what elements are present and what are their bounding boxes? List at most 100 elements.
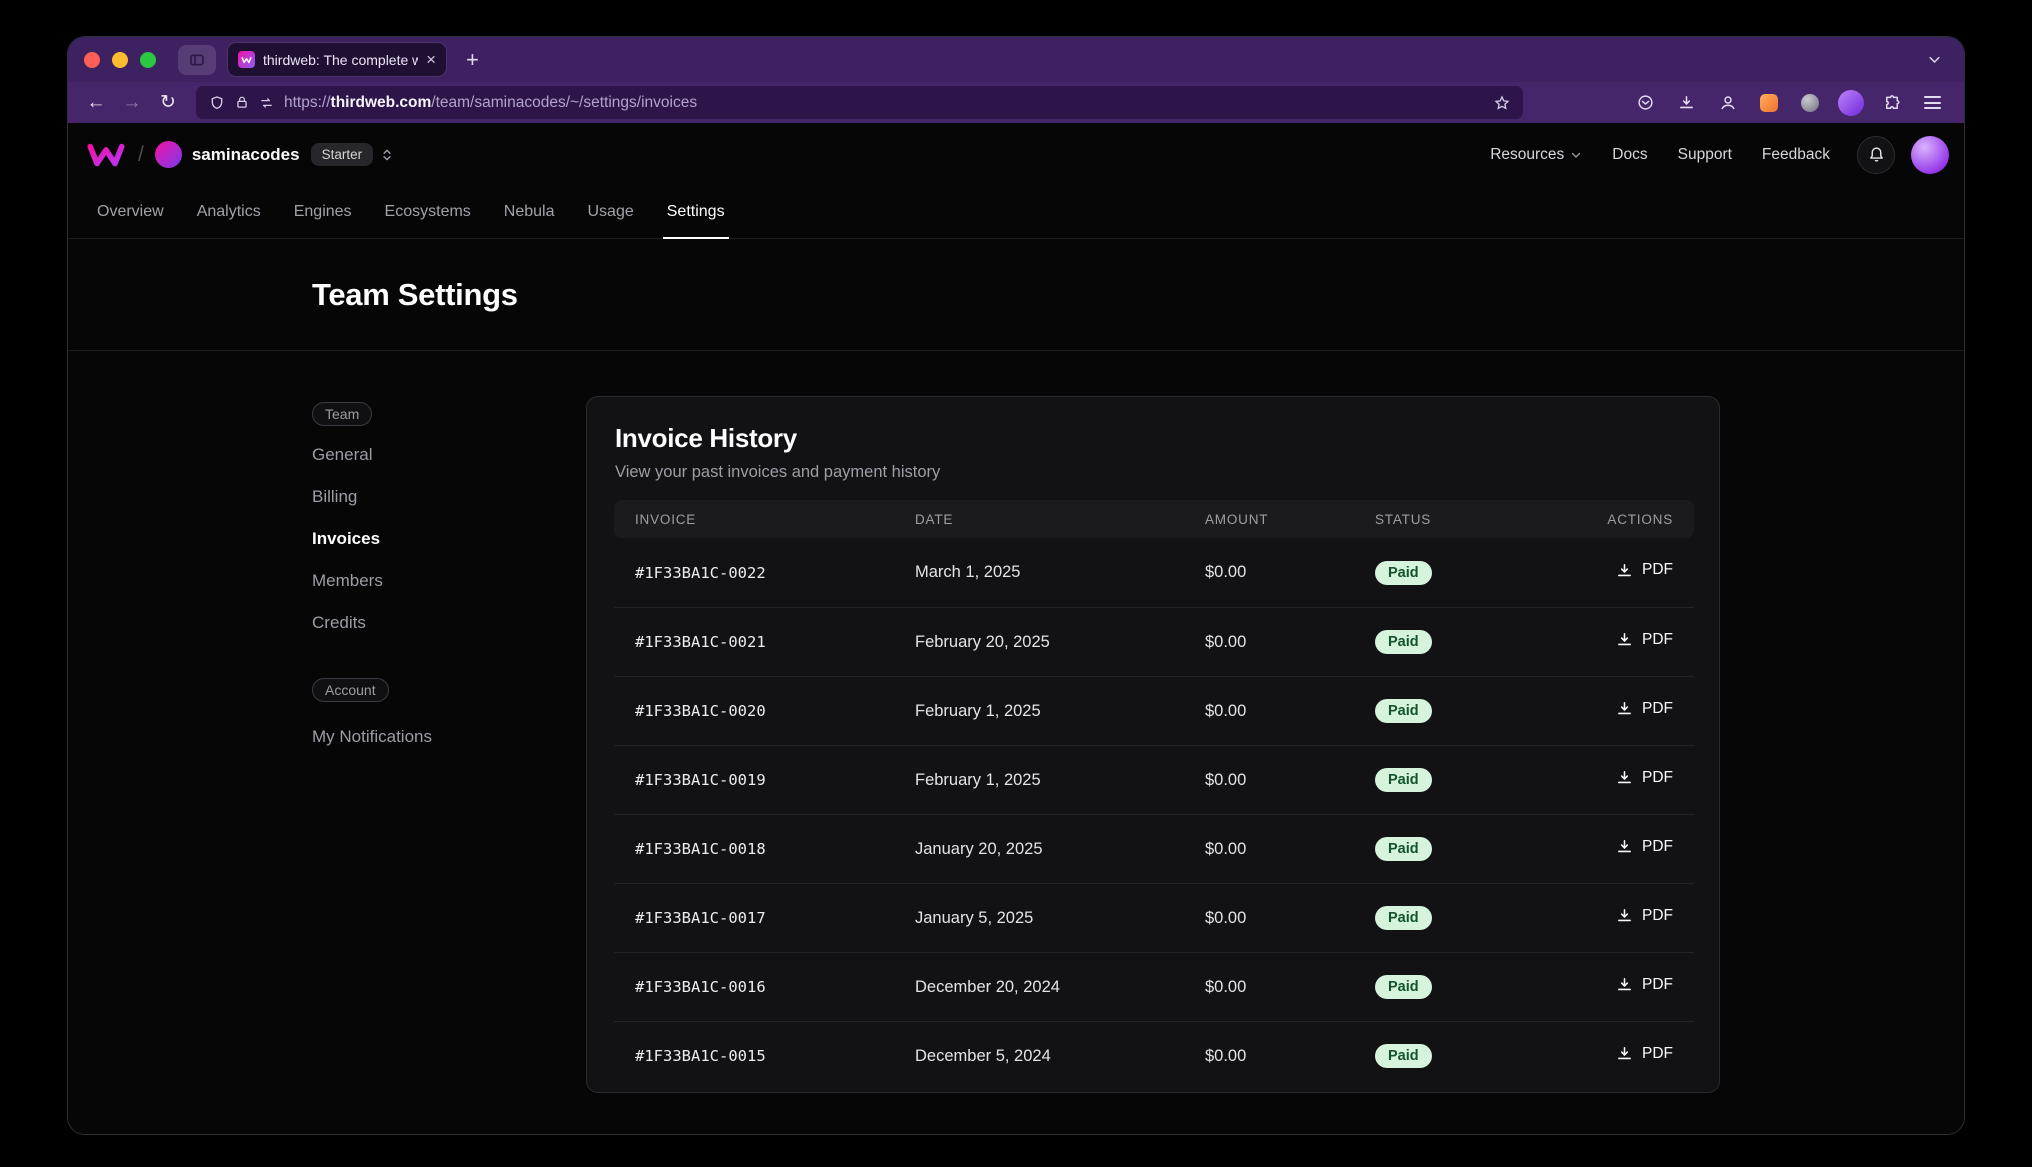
col-status: STATUS [1354,500,1554,538]
download-pdf-button[interactable]: PDF [1616,769,1673,787]
table-row: #1F33BA1C-0019 February 1, 2025 $0.00 Pa… [614,745,1694,814]
bookmark-star-icon[interactable] [1494,95,1510,111]
thirdweb-favicon-icon [238,51,255,68]
download-pdf-button[interactable]: PDF [1616,1045,1673,1063]
page-title: Team Settings [312,277,1720,313]
download-pdf-button[interactable]: PDF [1616,631,1673,649]
page-title-section: Team Settings [68,239,1964,351]
browser-window: thirdweb: The complete web3 d × + ← → ↻ … [67,36,1965,1135]
page-viewport: / saminacodes Starter Resources Docs Sup… [68,123,1964,1135]
user-avatar[interactable] [1911,136,1949,174]
pdf-label: PDF [1642,631,1673,649]
invoice-date: February 20, 2025 [894,607,1184,676]
bell-icon [1868,146,1885,163]
invoice-date: December 5, 2024 [894,1021,1184,1090]
team-name[interactable]: saminacodes [192,145,300,165]
sidebar-item-general[interactable]: General [312,444,586,466]
table-row: #1F33BA1C-0018 January 20, 2025 $0.00 Pa… [614,814,1694,883]
pocket-icon[interactable] [1628,87,1663,119]
tracking-protection-shield-icon[interactable] [209,95,225,111]
download-pdf-button[interactable]: PDF [1616,561,1673,579]
table-header-row: INVOICE DATE AMOUNT STATUS ACTIONS [614,500,1694,538]
pdf-label: PDF [1642,700,1673,718]
invoice-amount: $0.00 [1184,883,1354,952]
download-icon [1616,1045,1633,1062]
thirdweb-logo-icon[interactable] [85,141,127,168]
download-icon [1616,838,1633,855]
invoice-id: #1F33BA1C-0022 [614,538,894,607]
url-scheme: https:// [284,94,331,111]
status-badge: Paid [1375,561,1432,585]
tab-settings[interactable]: Settings [667,186,725,238]
download-pdf-button[interactable]: PDF [1616,907,1673,925]
col-actions: ACTIONS [1554,500,1694,538]
tab-close-icon[interactable]: × [426,51,436,68]
tab-nebula[interactable]: Nebula [504,186,555,238]
pdf-label: PDF [1642,838,1673,856]
profile-avatar-icon[interactable] [1833,87,1868,119]
team-switcher-chevrons-icon[interactable] [380,147,394,163]
tab-engines[interactable]: Engines [294,186,352,238]
invoice-date: January 20, 2025 [894,814,1184,883]
reload-button[interactable]: ↻ [150,91,186,114]
tab-usage[interactable]: Usage [588,186,634,238]
sidebar-item-invoices[interactable]: Invoices [312,528,586,550]
back-button[interactable]: ← [78,92,114,114]
download-pdf-button[interactable]: PDF [1616,700,1673,718]
notifications-button[interactable] [1857,136,1895,174]
downloads-icon[interactable] [1669,87,1704,119]
status-badge: Paid [1375,975,1432,999]
address-bar[interactable]: https://thirdweb.com/team/saminacodes/~/… [196,86,1523,119]
header-links: Resources Docs Support Feedback [1490,146,1830,164]
invoice-id: #1F33BA1C-0019 [614,745,894,814]
minimize-window-button[interactable] [112,52,128,68]
tab-analytics[interactable]: Analytics [197,186,261,238]
extension-icon-gray[interactable] [1792,87,1827,119]
invoice-id: #1F33BA1C-0020 [614,676,894,745]
tab-ecosystems[interactable]: Ecosystems [385,186,471,238]
forward-button[interactable]: → [114,92,150,114]
extensions-puzzle-icon[interactable] [1874,87,1909,119]
site-header: / saminacodes Starter Resources Docs Sup… [68,123,1964,186]
extension-icon-orange[interactable] [1751,87,1786,119]
pdf-label: PDF [1642,561,1673,579]
close-window-button[interactable] [84,52,100,68]
tab-overview[interactable]: Overview [97,186,164,238]
invoice-id: #1F33BA1C-0015 [614,1021,894,1090]
support-link[interactable]: Support [1678,146,1732,164]
page-action-arrows-icon[interactable] [259,96,274,110]
lock-icon[interactable] [235,95,249,110]
sidebar-item-billing[interactable]: Billing [312,486,586,508]
invoice-date: December 20, 2024 [894,952,1184,1021]
menu-hamburger-icon[interactable] [1915,87,1950,119]
dashboard-tabs: Overview Analytics Engines Ecosystems Ne… [68,186,1964,239]
sidebar-item-members[interactable]: Members [312,570,586,592]
download-pdf-button[interactable]: PDF [1616,838,1673,856]
pdf-label: PDF [1642,769,1673,787]
table-row: #1F33BA1C-0015 December 5, 2024 $0.00 Pa… [614,1021,1694,1090]
table-row: #1F33BA1C-0017 January 5, 2025 $0.00 Pai… [614,883,1694,952]
zoom-window-button[interactable] [140,52,156,68]
status-badge: Paid [1375,1044,1432,1068]
invoice-date: January 5, 2025 [894,883,1184,952]
resources-label: Resources [1490,146,1564,164]
status-badge: Paid [1375,630,1432,654]
download-icon [1616,976,1633,993]
status-badge: Paid [1375,699,1432,723]
account-icon[interactable] [1710,87,1745,119]
download-pdf-button[interactable]: PDF [1616,976,1673,994]
status-badge: Paid [1375,768,1432,792]
sidebar-item-my-notifications[interactable]: My Notifications [312,726,586,748]
settings-sidebar: Team General Billing Invoices Members Cr… [312,396,586,768]
feedback-link[interactable]: Feedback [1762,146,1830,164]
invoice-history-card: Invoice History View your past invoices … [586,396,1720,1093]
new-tab-button[interactable]: + [466,49,479,71]
resources-menu[interactable]: Resources [1490,146,1582,164]
browser-tab[interactable]: thirdweb: The complete web3 d × [228,43,446,76]
sidebar-item-credits[interactable]: Credits [312,612,586,634]
browser-tab-strip: thirdweb: The complete web3 d × + [68,37,1964,82]
tab-list-chevron-icon[interactable] [1921,46,1948,73]
docs-link[interactable]: Docs [1612,146,1647,164]
firefox-view-button[interactable] [178,45,216,75]
pdf-label: PDF [1642,976,1673,994]
